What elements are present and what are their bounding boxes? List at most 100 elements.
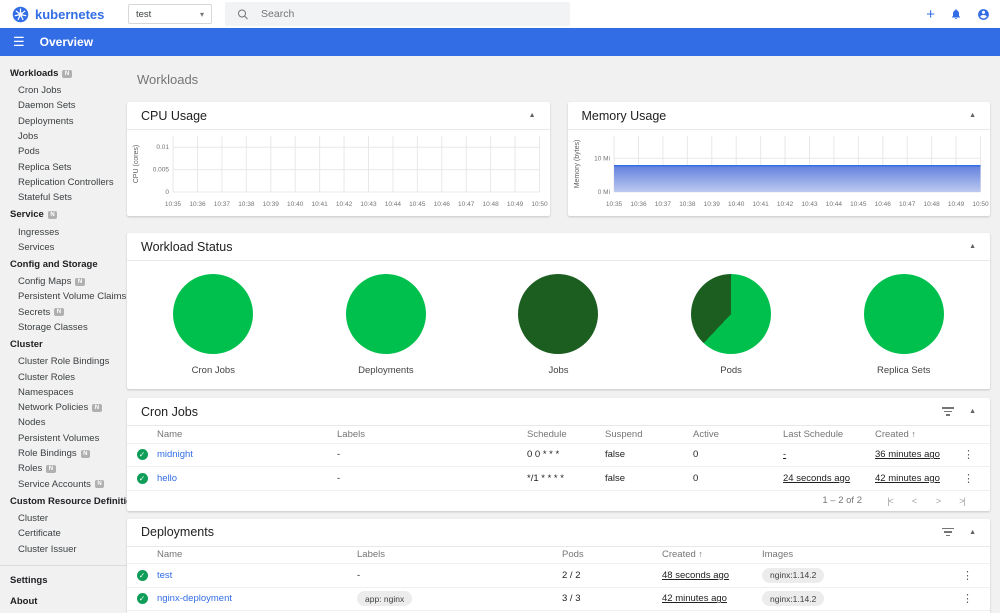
search-input[interactable]: [261, 8, 558, 20]
sidebar-item-secrets[interactable]: Secrets N: [0, 305, 127, 320]
relative-time-link[interactable]: 42 minutes ago: [875, 473, 940, 484]
relative-time-link[interactable]: 24 seconds ago: [783, 473, 850, 484]
sidebar-item-cluster[interactable]: Cluster: [0, 511, 127, 526]
sidebar-section-service[interactable]: Service N: [0, 205, 127, 224]
cell-value: false: [605, 472, 626, 484]
column-header-name[interactable]: Name: [157, 546, 357, 564]
sidebar-item-label: Replication Controllers: [18, 176, 114, 188]
create-resource-plus-button[interactable]: +: [926, 7, 935, 22]
row-menu-button[interactable]: ⋮: [963, 473, 974, 485]
sidebar-section-custom-resource-definitions[interactable]: Custom Resource Definitions: [0, 492, 127, 511]
column-label: Pods: [562, 549, 584, 561]
sidebar-item-replication-controllers[interactable]: Replication Controllers: [0, 175, 127, 190]
sidebar-item-about[interactable]: About: [0, 591, 127, 612]
sidebar-item-nodes[interactable]: Nodes: [0, 415, 127, 430]
svg-text:10:38: 10:38: [238, 201, 255, 208]
column-header-schedule[interactable]: Schedule: [527, 426, 605, 444]
sidebar-item-network-policies[interactable]: Network Policies N: [0, 400, 127, 415]
sidebar-item-jobs[interactable]: Jobs: [0, 129, 127, 144]
column-header-pods[interactable]: Pods: [562, 546, 662, 564]
previous-page-button[interactable]: <: [902, 496, 926, 506]
column-label: Last Schedule: [783, 428, 844, 440]
last-page-button[interactable]: >|: [950, 496, 974, 506]
filter-icon[interactable]: [941, 405, 955, 418]
collapse-card-icon[interactable]: ▲: [529, 112, 536, 119]
relative-time-link[interactable]: 48 seconds ago: [662, 570, 729, 581]
sidebar-item-storage-classes[interactable]: Storage Classes: [0, 320, 127, 335]
search-bar[interactable]: [225, 2, 570, 26]
row-menu-button[interactable]: ⋮: [962, 570, 973, 582]
sidebar-divider: [0, 564, 127, 566]
column-header-last-schedule[interactable]: Last Schedule: [783, 426, 875, 444]
menu-hamburger-icon[interactable]: ☰: [13, 34, 25, 50]
memory-usage-card-header: Memory Usage ▲: [567, 102, 990, 130]
cell-value: 0: [693, 472, 699, 484]
resource-link[interactable]: midnight: [157, 449, 193, 460]
column-header-labels[interactable]: Labels: [357, 546, 562, 564]
row-menu-button[interactable]: ⋮: [963, 449, 974, 461]
page-title: Workloads: [137, 72, 199, 87]
svg-text:10:37: 10:37: [654, 201, 671, 208]
sidebar-item-services[interactable]: Services: [0, 240, 127, 255]
sidebar-item-cron-jobs[interactable]: Cron Jobs: [0, 83, 127, 98]
sidebar-item-deployments[interactable]: Deployments: [0, 114, 127, 129]
row-menu-button[interactable]: ⋮: [962, 593, 973, 605]
deployments-title: Deployments: [141, 525, 214, 539]
collapse-card-icon[interactable]: ▲: [969, 243, 976, 250]
sidebar-item-label: Stateful Sets: [18, 192, 72, 204]
column-label: Images: [762, 549, 794, 561]
sidebar-item-config-maps[interactable]: Config Maps N: [0, 274, 127, 289]
resource-link[interactable]: hello: [157, 473, 177, 484]
sidebar-item-cluster-issuer[interactable]: Cluster Issuer: [0, 541, 127, 556]
sidebar-item-role-bindings[interactable]: Role Bindings N: [0, 446, 127, 461]
column-header-created[interactable]: Created ↑: [875, 426, 963, 444]
svg-text:10:46: 10:46: [874, 201, 891, 208]
sidebar-item-cluster-roles[interactable]: Cluster Roles: [0, 369, 127, 384]
relative-time-link[interactable]: 42 minutes ago: [662, 593, 727, 604]
column-header-created[interactable]: Created ↑: [662, 546, 762, 564]
sidebar-item-stateful-sets[interactable]: Stateful Sets: [0, 190, 127, 205]
namespace-selector[interactable]: test ▾: [128, 4, 212, 24]
sidebar-section-cluster[interactable]: Cluster: [0, 335, 127, 354]
sidebar-item-persistent-volume-claims[interactable]: Persistent Volume ClaimsN: [0, 289, 127, 304]
account-icon[interactable]: [977, 8, 990, 21]
cron-jobs-card-header: Cron Jobs ▲: [127, 398, 990, 426]
sidebar-item-roles[interactable]: Roles N: [0, 461, 127, 476]
sidebar-item-persistent-volumes[interactable]: Persistent Volumes: [0, 431, 127, 446]
column-header-suspend[interactable]: Suspend: [605, 426, 693, 444]
column-header-labels[interactable]: Labels: [337, 426, 527, 444]
sidebar-item-label: Storage Classes: [18, 322, 88, 333]
sidebar-item-label: Namespaces: [18, 386, 74, 398]
sidebar-section-workloads[interactable]: Workloads N: [0, 64, 127, 83]
status-ok-icon: ✓: [136, 569, 148, 581]
navbar-title: Overview: [39, 35, 94, 49]
sidebar-item-daemon-sets[interactable]: Daemon Sets: [0, 98, 127, 113]
sidebar-item-cluster-role-bindings[interactable]: Cluster Role Bindings: [0, 354, 127, 369]
collapse-card-icon[interactable]: ▲: [969, 529, 976, 536]
sidebar-item-replica-sets[interactable]: Replica Sets: [0, 159, 127, 174]
sidebar-item-namespaces[interactable]: Namespaces: [0, 385, 127, 400]
column-header-images[interactable]: Images: [762, 546, 962, 564]
next-page-button[interactable]: >: [926, 496, 950, 506]
column-header-name[interactable]: Name: [157, 426, 337, 444]
collapse-card-icon[interactable]: ▲: [969, 408, 976, 415]
sidebar-section-config-and-storage[interactable]: Config and Storage: [0, 255, 127, 274]
resource-link[interactable]: test: [157, 570, 172, 581]
sidebar-item-service-accounts[interactable]: Service Accounts N: [0, 477, 127, 492]
notifications-bell-icon[interactable]: [950, 8, 962, 20]
sidebar-item-certificate[interactable]: Certificate: [0, 526, 127, 541]
resource-link[interactable]: nginx-deployment: [157, 593, 232, 604]
sidebar-item-label: Config Maps: [18, 276, 72, 288]
svg-text:CPU (cores): CPU (cores): [133, 145, 140, 183]
sidebar-item-pods[interactable]: Pods: [0, 144, 127, 159]
collapse-card-icon[interactable]: ▲: [969, 112, 976, 119]
first-page-button[interactable]: |<: [878, 496, 902, 506]
kubernetes-logo[interactable]: kubernetes: [12, 0, 104, 28]
column-header-active[interactable]: Active: [693, 426, 783, 444]
sidebar-item-ingresses[interactable]: Ingresses: [0, 224, 127, 239]
relative-time-link[interactable]: -: [783, 449, 786, 460]
pie-chart: [345, 274, 426, 354]
sidebar-item-settings[interactable]: Settings: [0, 570, 127, 591]
filter-icon[interactable]: [941, 526, 955, 539]
relative-time-link[interactable]: 36 minutes ago: [875, 449, 940, 460]
